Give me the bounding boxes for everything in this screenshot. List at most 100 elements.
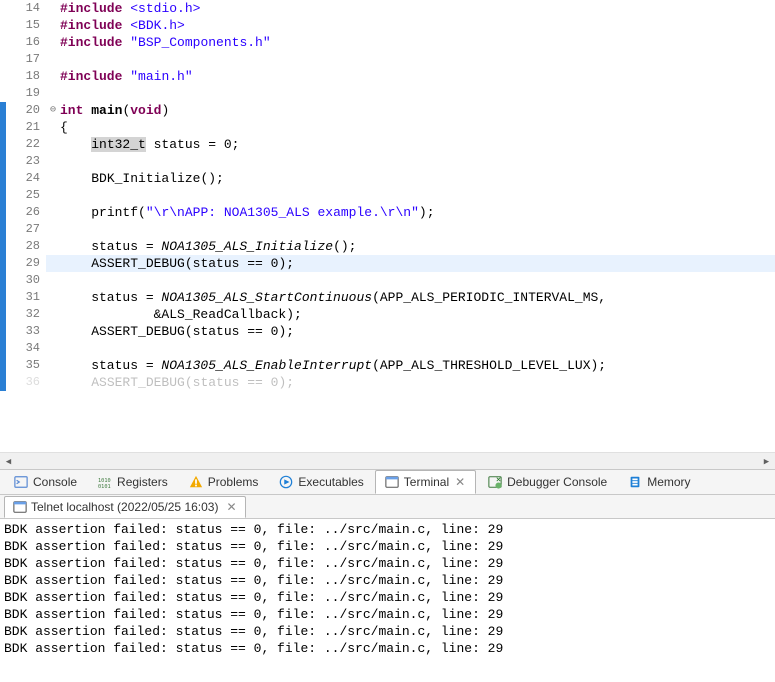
terminal-session-label: Telnet localhost (2022/05/25 16:03) <box>31 500 218 514</box>
line-number: 36 <box>6 374 46 391</box>
code-text: #include "BSP_Components.h" <box>60 34 775 51</box>
code-line-32[interactable]: 32 &ALS_ReadCallback); <box>0 306 775 323</box>
code-text: #include "main.h" <box>60 68 775 85</box>
line-number: 35 <box>6 357 46 374</box>
line-number: 28 <box>6 238 46 255</box>
terminal-line: BDK assertion failed: status == 0, file:… <box>4 555 771 572</box>
tab-label: Executables <box>298 475 363 489</box>
code-line-28[interactable]: 28 status = NOA1305_ALS_Initialize(); <box>0 238 775 255</box>
executables-tab[interactable]: Executables <box>269 470 372 494</box>
fold-toggle <box>46 238 60 255</box>
code-text: int32_t status = 0; <box>60 136 775 153</box>
line-number: 22 <box>6 136 46 153</box>
line-number: 25 <box>6 187 46 204</box>
line-number: 26 <box>6 204 46 221</box>
line-number: 18 <box>6 68 46 85</box>
code-line-27[interactable]: 27 <box>0 221 775 238</box>
svg-text:1010: 1010 <box>98 478 111 484</box>
tab-label: Console <box>33 475 77 489</box>
code-text: BDK_Initialize(); <box>60 170 775 187</box>
code-line-19[interactable]: 19 <box>0 85 775 102</box>
fold-toggle <box>46 255 60 272</box>
fold-toggle <box>46 68 60 85</box>
fold-toggle <box>46 170 60 187</box>
code-text <box>60 153 775 170</box>
editor-horizontal-scrollbar[interactable]: ◀ ▶ <box>0 452 775 469</box>
line-number: 34 <box>6 340 46 357</box>
terminal-session-tab[interactable]: Telnet localhost (2022/05/25 16:03) ✕ <box>4 496 246 518</box>
line-number: 19 <box>6 85 46 102</box>
code-line-26[interactable]: 26 printf("\r\nAPP: NOA1305_ALS example.… <box>0 204 775 221</box>
code-line-22[interactable]: 22 int32_t status = 0; <box>0 136 775 153</box>
fold-toggle <box>46 306 60 323</box>
tab-label: Problems <box>208 475 259 489</box>
code-editor[interactable]: 14#include <stdio.h>15 #include <BDK.h>16… <box>0 0 775 452</box>
code-line-24[interactable]: 24 BDK_Initialize(); <box>0 170 775 187</box>
code-line-34[interactable]: 34 <box>0 340 775 357</box>
code-text: status = NOA1305_ALS_EnableInterrupt(APP… <box>60 357 775 374</box>
code-text: #include <BDK.h> <box>60 17 775 34</box>
code-line-33[interactable]: 33 ASSERT_DEBUG(status == 0); <box>0 323 775 340</box>
code-text: int main(void) <box>60 102 775 119</box>
terminal-line: BDK assertion failed: status == 0, file:… <box>4 640 771 657</box>
terminal-line: BDK assertion failed: status == 0, file:… <box>4 521 771 538</box>
debugger-console-tab[interactable]: Debugger Console <box>478 470 616 494</box>
code-line-18[interactable]: 18 #include "main.h" <box>0 68 775 85</box>
terminal-output[interactable]: BDK assertion failed: status == 0, file:… <box>0 519 775 682</box>
terminal-line: BDK assertion failed: status == 0, file:… <box>4 589 771 606</box>
fold-toggle <box>46 119 60 136</box>
tab-label: Registers <box>117 475 168 489</box>
scroll-left-icon[interactable]: ◀ <box>0 453 17 470</box>
code-text <box>60 221 775 238</box>
fold-toggle <box>46 17 60 34</box>
code-line-36[interactable]: 36 ASSERT_DEBUG(status == 0); <box>0 374 775 391</box>
code-line-23[interactable]: 23 <box>0 153 775 170</box>
code-line-29[interactable]: 29 ASSERT_DEBUG(status == 0); <box>0 255 775 272</box>
registers-icon: 10100101 <box>97 474 113 490</box>
fold-toggle <box>46 323 60 340</box>
code-text: printf("\r\nAPP: NOA1305_ALS example.\r\… <box>60 204 775 221</box>
code-line-25[interactable]: 25 <box>0 187 775 204</box>
line-number: 31 <box>6 289 46 306</box>
line-number: 17 <box>6 51 46 68</box>
terminal-line: BDK assertion failed: status == 0, file:… <box>4 606 771 623</box>
fold-toggle <box>46 136 60 153</box>
code-line-31[interactable]: 31 status = NOA1305_ALS_StartContinuous(… <box>0 289 775 306</box>
code-line-16[interactable]: 16#include "BSP_Components.h" <box>0 34 775 51</box>
memory-tab[interactable]: Memory <box>618 470 699 494</box>
fold-toggle <box>46 340 60 357</box>
terminal-tab[interactable]: Terminal ✕ <box>375 470 476 494</box>
code-line-30[interactable]: 30 <box>0 272 775 289</box>
fold-toggle <box>46 153 60 170</box>
code-line-20[interactable]: 20⊖int main(void) <box>0 102 775 119</box>
code-text <box>60 51 775 68</box>
code-text <box>60 187 775 204</box>
code-line-35[interactable]: 35 status = NOA1305_ALS_EnableInterrupt(… <box>0 357 775 374</box>
code-line-21[interactable]: 21{ <box>0 119 775 136</box>
code-line-14[interactable]: 14#include <stdio.h> <box>0 0 775 17</box>
close-icon[interactable]: ✕ <box>453 475 467 489</box>
registers-tab[interactable]: 10100101 Registers <box>88 470 177 494</box>
close-icon[interactable]: ✕ <box>222 500 236 514</box>
scroll-right-icon[interactable]: ▶ <box>758 453 775 470</box>
terminal-icon <box>384 474 400 490</box>
console-tab[interactable]: Console <box>4 470 86 494</box>
code-text: #include <stdio.h> <box>60 0 775 17</box>
debugcon-icon <box>487 474 503 490</box>
fold-toggle <box>46 374 60 391</box>
code-text: ASSERT_DEBUG(status == 0); <box>60 323 775 340</box>
code-line-17[interactable]: 17 <box>0 51 775 68</box>
line-number: 23 <box>6 153 46 170</box>
line-number: 20 <box>6 102 46 119</box>
code-line-15[interactable]: 15 #include <BDK.h> <box>0 17 775 34</box>
fold-toggle[interactable]: ⊖ <box>46 102 60 119</box>
line-number: 15 <box>6 17 46 34</box>
tab-label: Terminal <box>404 475 449 489</box>
code-text: status = NOA1305_ALS_Initialize(); <box>60 238 775 255</box>
line-number: 33 <box>6 323 46 340</box>
terminal-sub-tab-bar: Telnet localhost (2022/05/25 16:03) ✕ <box>0 495 775 519</box>
code-text <box>60 340 775 357</box>
problems-tab[interactable]: Problems <box>179 470 268 494</box>
fold-toggle <box>46 0 60 17</box>
code-text: &ALS_ReadCallback); <box>60 306 775 323</box>
